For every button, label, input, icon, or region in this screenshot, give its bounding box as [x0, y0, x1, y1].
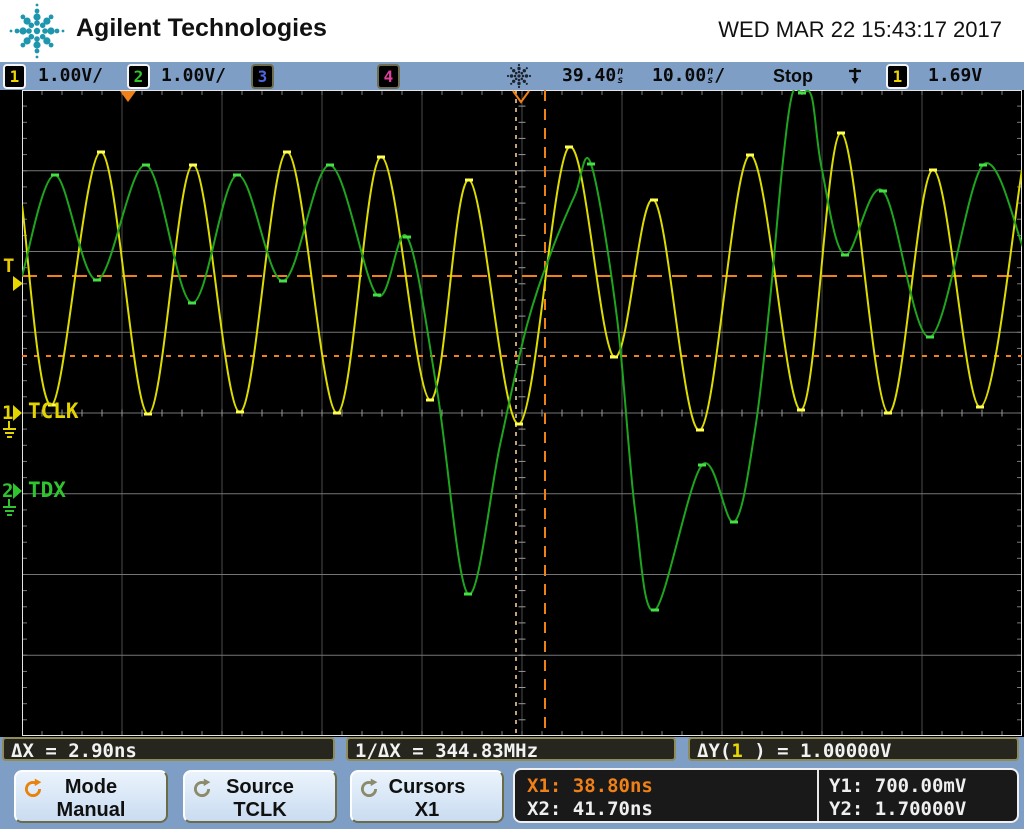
timebase-value: 10.00	[652, 65, 707, 86]
trigger-level-marker: T	[3, 255, 23, 291]
softkey-cursors-title: Cursors	[388, 776, 466, 798]
channel1-ground-marker: 1	[2, 402, 22, 438]
datetime-display: WED MAR 22 15:43:17 2017	[718, 17, 1002, 42]
cursor-readout-panel: X1: 38.80ns X2: 41.70ns Y1: 700.00mV Y2:…	[513, 768, 1019, 823]
cursor-x2-readout: X2: 41.70ns	[527, 798, 653, 820]
cursor-x1-readout: X1: 38.80ns	[527, 775, 653, 797]
softkey-source[interactable]: Source TCLK	[183, 770, 337, 823]
cursor-y2-readout: Y2: 1.70000V	[829, 798, 967, 820]
header: Agilent Technologies WED MAR 22 15:43:17…	[0, 0, 1024, 62]
softkey-mode[interactable]: Mode Manual	[14, 770, 168, 823]
svg-text:2: 2	[2, 480, 13, 502]
delta-y-channel: 1	[731, 740, 743, 762]
delay-unit: ns	[617, 66, 624, 86]
measurement-delta-y: ΔY(1 ) = 1.00000V	[688, 737, 1019, 762]
channel1-scale: 1.00V/	[38, 65, 104, 86]
channel3-badge: 3	[251, 64, 274, 89]
trigger-slope-icon	[849, 68, 861, 84]
channel2-ground-marker: 2	[2, 480, 22, 516]
softkey-mode-value: Manual	[56, 799, 126, 821]
trigger-source-badge: 1	[886, 64, 909, 89]
channel2-trace-label: TDX	[28, 478, 66, 502]
delay-value: 39.40	[562, 65, 617, 86]
channel1-trace-label: TCLK	[28, 399, 79, 423]
channel2-scale: 1.00V/	[161, 65, 227, 86]
trigger-level-readout: 1.69V	[928, 65, 983, 86]
brand-title: Agilent Technologies	[76, 14, 327, 42]
panel-divider	[817, 770, 819, 821]
status-bar: 1 1.00V/ 2 1.00V/ 3 4 39.40 n s 10.00 n s / S…	[0, 62, 1024, 90]
graticule-area: T 1 TCLK 2 TDX	[0, 90, 1024, 737]
softkey-source-value: TCLK	[233, 799, 287, 821]
acquisition-status: Stop	[773, 66, 813, 86]
channel2-badge: 2	[127, 64, 150, 89]
timebase-unit: ns	[707, 66, 714, 86]
oscilloscope-screen: Agilent Technologies WED MAR 22 15:43:17…	[0, 0, 1024, 829]
softkey-cursors-value: X1	[414, 799, 440, 821]
softkey-mode-title: Mode	[64, 776, 118, 798]
delay-readout: 39.40 n s	[562, 62, 624, 90]
cursor-y1-readout: Y1: 700.00mV	[829, 775, 967, 797]
timebase-readout: 10.00 n s /	[652, 65, 726, 86]
softkey-source-title: Source	[226, 776, 294, 798]
waveform-display	[22, 90, 1022, 736]
agilent-logo-icon	[9, 3, 65, 59]
softkey-cursors[interactable]: Cursors X1	[350, 770, 504, 823]
channel1-badge: 1	[3, 64, 26, 89]
channel4-badge: 4	[377, 64, 400, 89]
measurement-inv-delta-x: 1/ΔX = 344.83MHz	[346, 737, 676, 762]
spark-icon	[506, 63, 532, 89]
measurement-delta-x: ΔX = 2.90ns	[2, 737, 335, 762]
svg-text:T: T	[3, 255, 14, 277]
svg-text:1: 1	[2, 402, 13, 424]
